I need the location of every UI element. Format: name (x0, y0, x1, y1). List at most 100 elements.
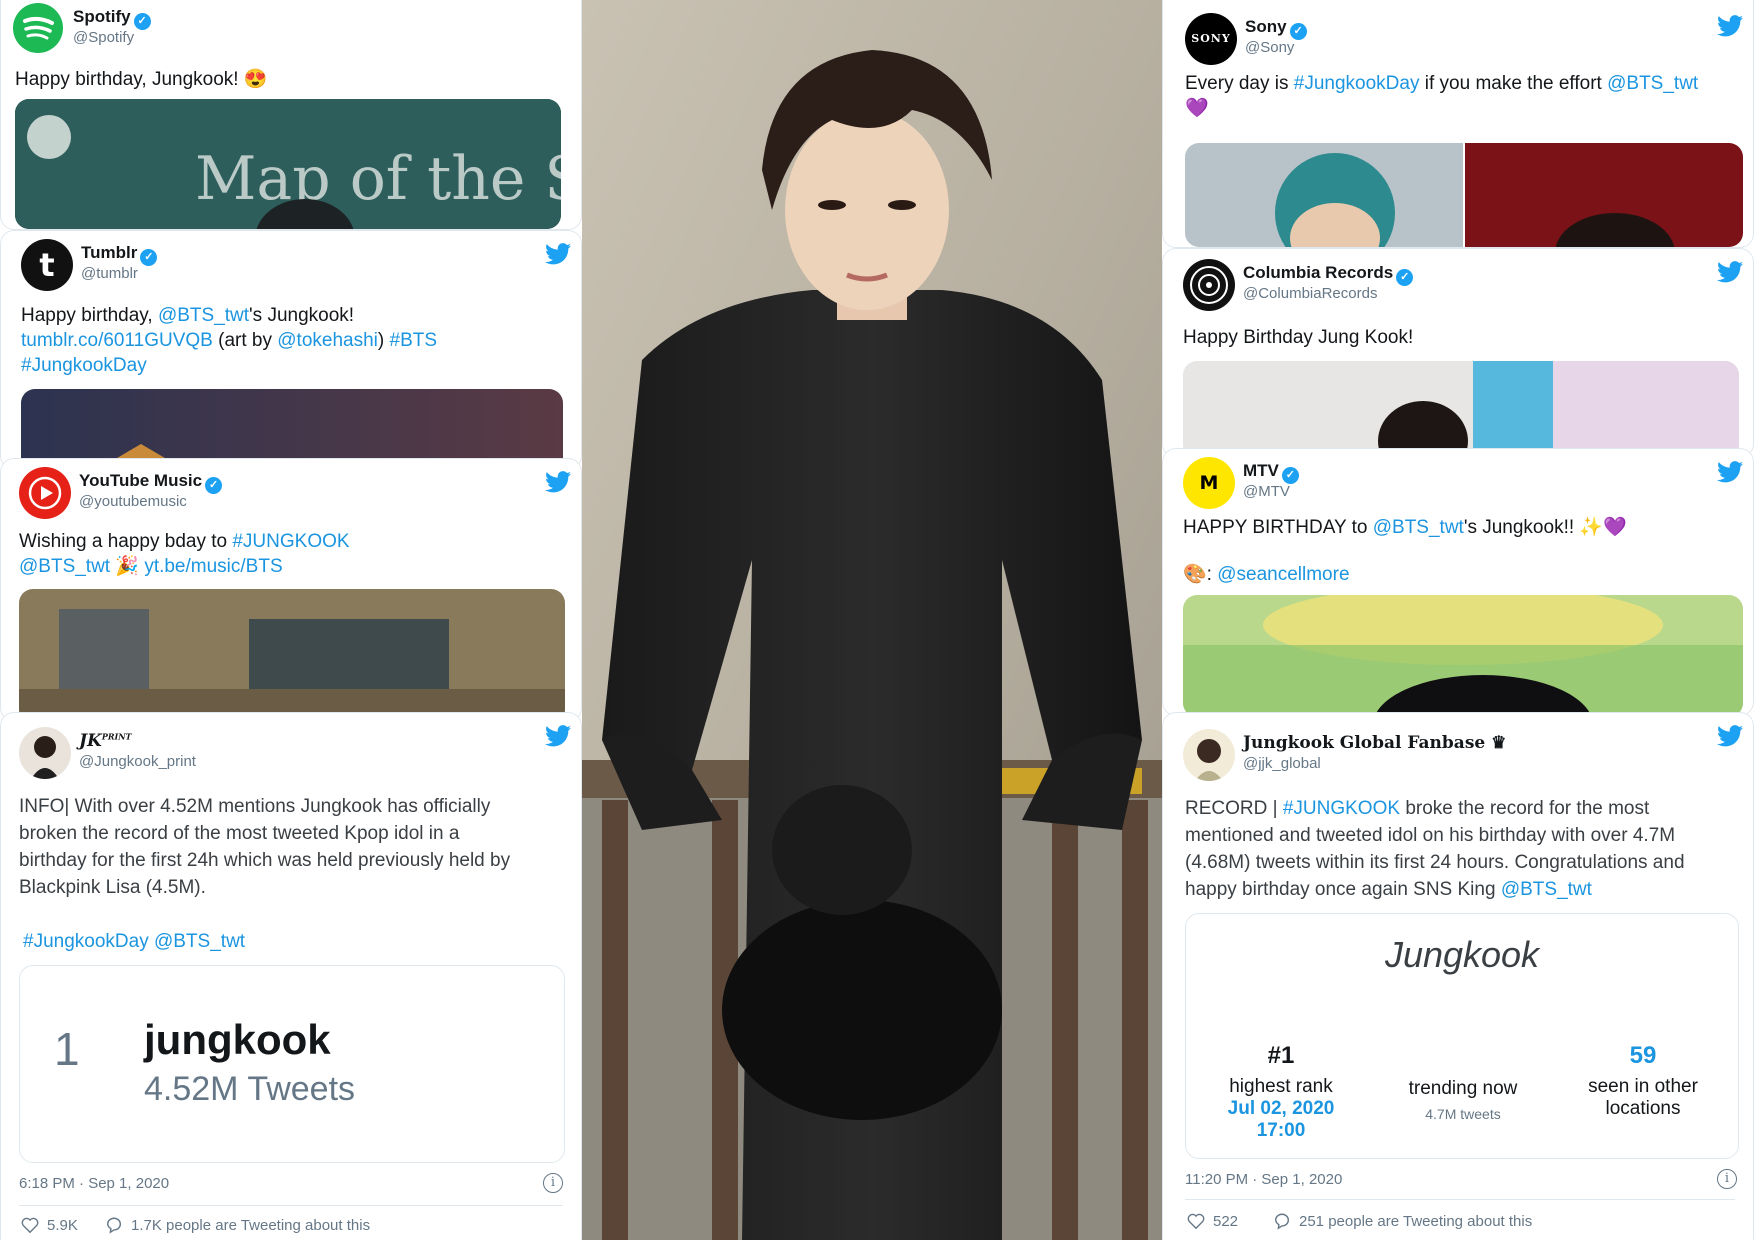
youtube-music-name[interactable]: YouTube Music ✓ (79, 471, 223, 494)
fanbase-timestamp[interactable]: 11:20 PM · Sep 1, 2020 (1185, 1171, 1342, 1188)
tweet-jungkook-global-fanbase[interactable]: Jungkook Global Fanbase ♛ @jjk_global RE… (1162, 712, 1754, 1240)
mention-link[interactable]: @BTS_twt (158, 305, 249, 326)
twitter-bird-icon[interactable] (1717, 15, 1743, 37)
divider (19, 1205, 563, 1206)
hashtag-link[interactable]: #BTS (390, 330, 438, 351)
tumblr-handle[interactable]: @tumblr (81, 265, 138, 282)
sony-handle[interactable]: @Sony (1245, 39, 1294, 56)
sony-media-left[interactable] (1185, 143, 1463, 247)
jk-print-trend-card[interactable]: 1 jungkook 4.52M Tweets (19, 965, 565, 1163)
jk-print-handle[interactable]: @Jungkook_print (79, 753, 196, 770)
fanbase-text: RECORD | #JUNGKOOK broke the record for … (1185, 798, 1685, 900)
jk-print-name[interactable]: JKPRINT (79, 731, 132, 751)
youtube-music-text: Wishing a happy bday to #JUNGKOOK @BTS_t… (19, 531, 350, 577)
twitter-bird-icon[interactable] (1717, 725, 1743, 747)
sony-wordmark: SONY (1191, 32, 1231, 45)
url-link[interactable]: tumblr.co/6011GUVQB (21, 330, 213, 351)
heart-icon (21, 1217, 39, 1234)
spotify-icon (23, 16, 54, 40)
mtv-text: HAPPY BIRTHDAY to @BTS_twt's Jungkook!! … (1183, 517, 1627, 585)
spotify-media-text: Map of the S (195, 144, 561, 214)
sony-media-right[interactable] (1465, 143, 1743, 247)
youtube-music-logo[interactable] (19, 467, 71, 519)
twitter-bird-icon[interactable] (1717, 261, 1743, 283)
jk-print-avatar[interactable] (19, 727, 71, 779)
tumblr-name[interactable]: Tumblr ✓ (81, 243, 158, 266)
columbia-icon (1190, 266, 1228, 304)
fanbase-avatar-image (1195, 739, 1223, 781)
columbia-name[interactable]: Columbia Records ✓ (1243, 263, 1414, 286)
info-icon[interactable]: i (1717, 1169, 1737, 1189)
talking-action[interactable]: 251 people are Tweeting about this (1273, 1212, 1532, 1230)
reply-icon (106, 1217, 122, 1234)
verified-badge-icon: ✓ (1396, 269, 1414, 286)
mtv-media-image (1183, 595, 1743, 715)
tumblr-logo[interactable]: t (21, 239, 73, 291)
columbia-logo[interactable] (1183, 259, 1235, 311)
twitter-bird-icon[interactable] (545, 725, 571, 747)
fanbase-name[interactable]: Jungkook Global Fanbase ♛ (1243, 733, 1506, 753)
sony-logo[interactable]: SONY (1185, 13, 1237, 65)
tweet-mtv[interactable]: M MTV ✓ @MTV HAPPY BIRTHDAY to @BTS_twt's… (1162, 448, 1754, 716)
divider (1185, 1199, 1735, 1200)
mention-link[interactable]: @BTS_twt (154, 931, 245, 952)
columbia-text: Happy Birthday Jung Kook! (1183, 327, 1414, 348)
mention-link[interactable]: @seancellmore (1217, 564, 1349, 585)
trend-rank: 1 (54, 1023, 80, 1075)
hashtag-link[interactable]: #JungkookDay (21, 355, 147, 376)
mention-link[interactable]: @tokehashi (277, 330, 378, 351)
info-icon[interactable]: i (543, 1173, 563, 1193)
tweet-sony[interactable]: SONY Sony ✓ @Sony Every day is #JungkookD… (1162, 0, 1754, 248)
spotify-logo[interactable] (13, 3, 63, 53)
jk-print-timestamp[interactable]: 6:18 PM · Sep 1, 2020 (19, 1175, 169, 1192)
hashtag-link[interactable]: #JUNGKOOK (1283, 798, 1400, 819)
hashtag-link[interactable]: #JungkookDay (23, 931, 149, 952)
mention-link[interactable]: @BTS_twt (19, 556, 110, 577)
columbia-handle[interactable]: @ColumbiaRecords (1243, 285, 1377, 302)
twitter-bird-icon[interactable] (545, 243, 571, 265)
heart-icon (1187, 1213, 1205, 1230)
verified-badge-icon: ✓ (1281, 467, 1299, 484)
mention-link[interactable]: @BTS_twt (1501, 879, 1592, 900)
twitter-bird-icon[interactable] (1717, 461, 1743, 483)
center-photo (582, 0, 1162, 1240)
tumblr-icon: t (39, 246, 55, 284)
mtv-name[interactable]: MTV ✓ (1243, 461, 1299, 484)
tweet-spotify[interactable]: Spotify ✓ @Spotify Happy birthday, Jungko… (0, 0, 582, 230)
mtv-media[interactable] (1183, 595, 1743, 715)
sony-name[interactable]: Sony ✓ (1245, 17, 1307, 40)
tweet-youtube-music[interactable]: YouTube Music ✓ @youtubemusic Wishing a h… (0, 458, 582, 722)
fanbase-avatar[interactable] (1183, 729, 1235, 781)
talking-count: 1.7K people are Tweeting about this (131, 1216, 371, 1234)
spotify-name[interactable]: Spotify ✓ (73, 7, 151, 30)
jk-print-avatar-image (31, 736, 59, 779)
talking-action[interactable]: 1.7K people are Tweeting about this (105, 1216, 370, 1234)
like-count: 5.9K (47, 1216, 78, 1234)
twitter-bird-icon[interactable] (545, 471, 571, 493)
like-action[interactable]: 5.9K (21, 1216, 78, 1234)
tweet-tumblr[interactable]: t Tumblr ✓ @tumblr Happy birthday, @BTS_t… (0, 230, 582, 470)
spotify-handle[interactable]: @Spotify (73, 29, 134, 46)
mtv-handle[interactable]: @MTV (1243, 483, 1290, 500)
hashtag-link[interactable]: #JungkookDay (1294, 73, 1420, 94)
youtube-music-media-image (19, 589, 565, 721)
like-action[interactable]: 522 (1187, 1212, 1238, 1230)
mtv-logo[interactable]: M (1183, 457, 1235, 509)
fanbase-trend-card[interactable]: Jungkook #1 highest rank Jul 02, 2020 17… (1185, 913, 1739, 1159)
hashtag-link[interactable]: #JUNGKOOK (232, 531, 349, 552)
mention-link[interactable]: @BTS_twt (1373, 517, 1464, 538)
youtube-music-media[interactable] (19, 589, 565, 721)
mention-link[interactable]: @BTS_twt (1607, 73, 1698, 94)
jungkook-photo (582, 0, 1162, 1240)
youtube-music-handle[interactable]: @youtubemusic (79, 493, 187, 510)
spotify-media[interactable]: Map of the S (15, 99, 561, 229)
stat-seen-locations: 59 seen in other locations (1588, 1042, 1698, 1119)
url-link[interactable]: yt.be/music/BTS (144, 556, 282, 577)
sony-text: Every day is #JungkookDay if you make th… (1185, 73, 1699, 119)
verified-badge-icon: ✓ (1289, 23, 1307, 40)
tweet-jk-print[interactable]: JKPRINT @Jungkook_print INFO| With over … (0, 712, 582, 1240)
tweet-columbia-records[interactable]: Columbia Records ✓ @ColumbiaRecords Happy… (1162, 248, 1754, 458)
jk-print-text: INFO| With over 4.52M mentions Jungkook … (19, 796, 511, 898)
columbia-media[interactable] (1183, 361, 1739, 457)
fanbase-handle[interactable]: @jjk_global (1243, 755, 1321, 772)
